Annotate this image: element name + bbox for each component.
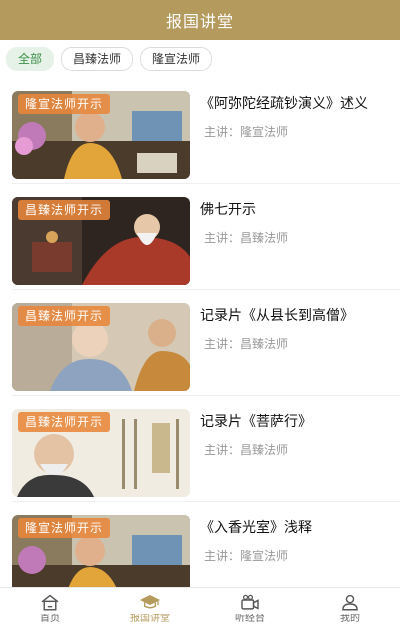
lecture-badge: 隆宣法师开示 — [18, 94, 111, 114]
tab-lecture-hall[interactable]: 报国讲堂 — [100, 588, 200, 624]
lecture-badge: 昌臻法师开示 — [18, 306, 111, 326]
lecture-title: 《阿弥陀经疏钞演义》述义 — [200, 96, 368, 112]
filter-bar: 全部 昌臻法师 隆宣法师 — [0, 40, 400, 78]
lecture-list: 隆宣法师开示 《阿弥陀经疏钞演义》述义 主讲：隆宣法师 昌臻法师开示 佛七开示 … — [0, 78, 400, 587]
lecture-item[interactable]: 隆宣法师开示 《入香光室》浅释 主讲：隆宣法师 — [0, 502, 400, 587]
tab-home[interactable]: 首页 — [0, 588, 100, 624]
lecture-title: 佛七开示 — [200, 202, 256, 218]
lecture-title: 记录片《菩萨行》 — [200, 414, 312, 430]
lecture-thumbnail: 昌臻法师开示 — [12, 197, 190, 285]
lecture-speaker: 主讲：昌臻法师 — [204, 443, 289, 457]
lecture-speaker: 主讲：昌臻法师 — [204, 337, 289, 351]
filter-chip-changzhen[interactable]: 昌臻法师 — [61, 47, 134, 71]
lecture-thumbnail: 昌臻法师开示 — [12, 409, 190, 497]
lecture-speaker: 主讲：隆宣法师 — [204, 125, 289, 139]
lecture-speaker: 主讲：昌臻法师 — [204, 231, 289, 245]
page-title: 报国讲堂 — [165, 12, 234, 31]
lecture-badge: 隆宣法师开示 — [18, 518, 111, 538]
home-icon — [41, 594, 59, 611]
lecture-item[interactable]: 昌臻法师开示 记录片《菩萨行》 主讲：昌臻法师 — [0, 396, 400, 502]
tab-listening[interactable]: 听经台 — [200, 588, 300, 624]
lecture-thumbnail: 昌臻法师开示 — [12, 303, 190, 391]
lecture-badge: 昌臻法师开示 — [18, 412, 111, 432]
lecture-item[interactable]: 昌臻法师开示 佛七开示 主讲：昌臻法师 — [0, 184, 400, 290]
tab-mine[interactable]: 我的 — [300, 588, 400, 624]
graduation-cap-icon — [139, 594, 161, 609]
lecture-thumbnail: 隆宣法师开示 — [12, 515, 190, 587]
lecture-item[interactable]: 昌臻法师开示 记录片《从县长到高僧》 主讲：昌臻法师 — [0, 290, 400, 396]
lecture-badge: 昌臻法师开示 — [18, 200, 111, 220]
lecture-title: 《入香光室》浅释 — [200, 520, 312, 536]
lecture-thumbnail: 隆宣法师开示 — [12, 91, 190, 179]
lecture-speaker: 主讲：隆宣法师 — [204, 549, 289, 563]
user-icon — [342, 594, 358, 611]
filter-chip-longxuan[interactable]: 隆宣法师 — [140, 47, 213, 71]
app-header: 报国讲堂 — [0, 0, 400, 40]
lecture-item[interactable]: 隆宣法师开示 《阿弥陀经疏钞演义》述义 主讲：隆宣法师 — [0, 78, 400, 184]
video-camera-icon — [241, 594, 259, 610]
bottom-tab-bar: 首页 报国讲堂 听经台 我的 — [0, 587, 400, 624]
lecture-title: 记录片《从县长到高僧》 — [200, 308, 354, 324]
filter-chip-all[interactable]: 全部 — [6, 47, 55, 71]
